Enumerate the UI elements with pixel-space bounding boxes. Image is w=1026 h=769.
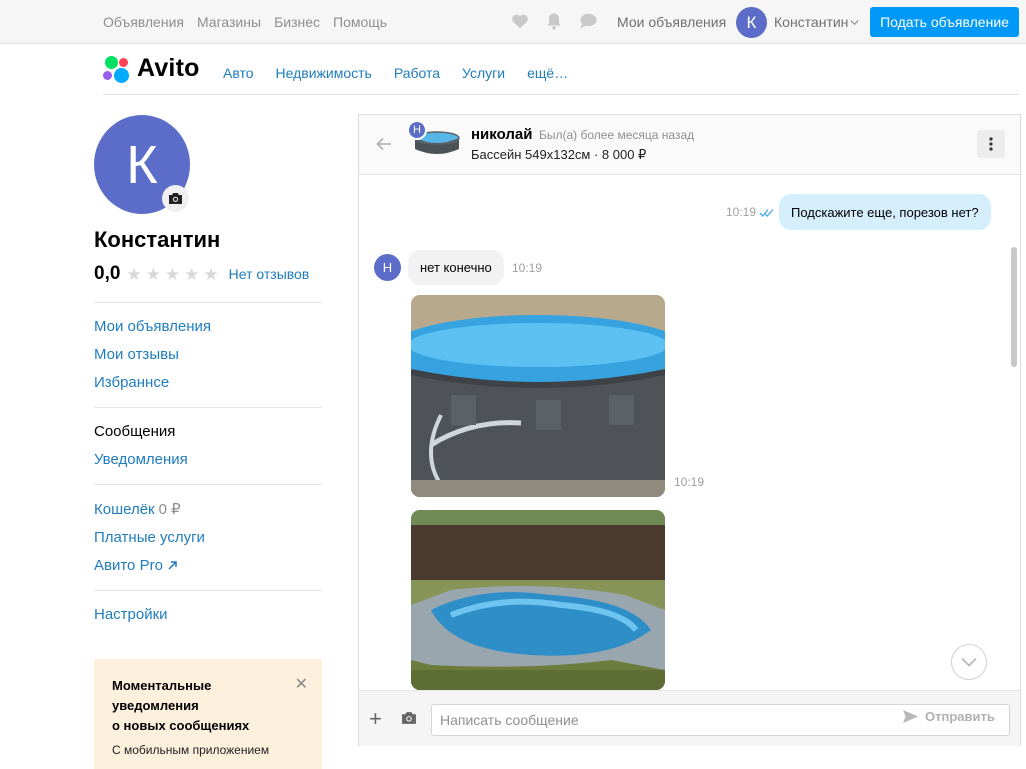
message-bubble-incoming: нет конечно — [408, 250, 504, 285]
wallet-label: Кошелёк — [94, 501, 155, 518]
send-icon — [903, 710, 918, 723]
promo-title-line: Моментальные — [112, 678, 212, 693]
promo-title: Моментальные уведомления о новых сообщен… — [112, 676, 304, 736]
sidebar-favorites[interactable]: Избраннсе — [94, 374, 169, 391]
send-label: Отправить — [925, 709, 995, 724]
top-bar: Объявления Магазины Бизнес Помощь Мои об… — [0, 0, 1026, 44]
change-photo-button[interactable] — [162, 185, 189, 212]
promo-text: С мобильным приложением — [112, 743, 270, 757]
message-time: 10:19 — [512, 261, 543, 275]
top-nav-help[interactable]: Помощь — [333, 14, 387, 30]
sidebar-avito-pro[interactable]: Авито Pro — [94, 557, 178, 574]
rating-row: 0,0 ★ ★ ★ ★ ★ Нет отзывов — [94, 263, 324, 285]
avito-logo[interactable]: Avito — [103, 54, 200, 83]
chevron-down-icon — [850, 19, 859, 25]
logo-dots-icon — [103, 55, 131, 83]
peer-avatar-badge: Н — [407, 120, 427, 140]
top-icons — [510, 11, 598, 31]
star-icon: ★ — [145, 264, 161, 284]
star-icon: ★ — [126, 264, 142, 284]
message-photo[interactable] — [411, 295, 665, 497]
back-arrow-icon[interactable] — [375, 135, 393, 153]
category-services[interactable]: Услуги — [462, 65, 505, 81]
sidebar-divider — [94, 407, 322, 408]
message-time: 10:19 — [726, 205, 774, 219]
category-jobs[interactable]: Работа — [394, 65, 440, 81]
sidebar-my-reviews[interactable]: Мои отзывы — [94, 346, 179, 363]
camera-icon — [169, 193, 182, 204]
sidebar-divider — [94, 484, 322, 485]
top-nav-ads[interactable]: Объявления — [103, 14, 184, 30]
chevron-down-icon — [961, 657, 977, 667]
peer-avatar: Н — [374, 254, 401, 281]
camera-icon[interactable] — [401, 711, 417, 725]
category-nav: Авто Недвижимость Работа Услуги ещё… — [223, 65, 568, 81]
category-auto[interactable]: Авто — [223, 65, 254, 81]
promo-title-line: уведомления — [112, 698, 199, 713]
chat-icon[interactable] — [578, 11, 598, 31]
send-button[interactable]: Отправить — [902, 709, 995, 724]
top-nav-business[interactable]: Бизнес — [274, 14, 320, 30]
message-bubble-outgoing: Подскажите еще, порезов нет? — [779, 194, 991, 230]
category-realty[interactable]: Недвижимость — [276, 65, 372, 81]
star-icon: ★ — [184, 264, 200, 284]
message-time-label: 10:19 — [726, 205, 757, 219]
close-icon[interactable]: ✕ — [295, 674, 308, 694]
attach-plus-icon[interactable]: + — [369, 708, 382, 730]
chat-scrollbar[interactable] — [1011, 247, 1017, 367]
category-more[interactable]: ещё… — [527, 65, 568, 81]
profile-name: Константин — [94, 227, 221, 252]
user-avatar[interactable]: К — [736, 7, 767, 38]
chat-composer: + Отправить — [359, 690, 1020, 746]
message-photo[interactable] — [411, 510, 665, 690]
pool-photo-2 — [411, 510, 665, 690]
sidebar-divider — [94, 590, 322, 591]
external-arrow-icon — [168, 561, 177, 570]
item-title-price[interactable]: Бассейн 549x132см · 8 000 ₽ — [471, 147, 646, 163]
chat-panel: Н николай Был(а) более месяца назад Басс… — [358, 114, 1021, 746]
post-ad-button[interactable]: Подать объявление — [870, 7, 1019, 37]
top-nav-shops[interactable]: Магазины — [197, 14, 261, 30]
sidebar-divider — [94, 302, 322, 303]
scroll-down-button[interactable] — [951, 644, 987, 680]
wallet-balance: 0 ₽ — [158, 501, 181, 518]
sidebar-paid-services[interactable]: Платные услуги — [94, 529, 205, 546]
pool-photo-1 — [411, 295, 665, 497]
peer-name[interactable]: николай — [471, 126, 532, 143]
no-reviews-link[interactable]: Нет отзывов — [229, 266, 310, 282]
app-promo-banner: Моментальные уведомления о новых сообщен… — [94, 659, 322, 769]
sidebar-my-ads[interactable]: Мои объявления — [94, 318, 211, 335]
username-label: Константин — [774, 14, 849, 30]
message-time: 10:19 — [674, 475, 705, 489]
star-icon: ★ — [164, 264, 181, 284]
avito-pro-label: Авито Pro — [94, 557, 163, 574]
promo-title-line: о новых сообщениях — [112, 718, 250, 733]
chat-menu-button[interactable] — [977, 130, 1005, 158]
header-divider — [103, 94, 1019, 95]
double-check-icon — [759, 208, 774, 217]
sidebar-notifications[interactable]: Уведомления — [94, 451, 188, 468]
chat-header: Н николай Был(а) более месяца назад Басс… — [359, 115, 1020, 175]
my-ads-link[interactable]: Мои объявления — [617, 14, 726, 30]
top-nav: Объявления Магазины Бизнес Помощь — [103, 14, 387, 30]
peer-status: Был(а) более месяца назад — [539, 128, 695, 142]
sidebar-wallet[interactable]: Кошелёк 0 ₽ — [94, 500, 181, 518]
rating-value: 0,0 — [94, 263, 121, 284]
star-icon: ★ — [203, 264, 219, 284]
bell-icon[interactable] — [544, 11, 564, 31]
sidebar-messages[interactable]: Сообщения — [94, 423, 175, 440]
user-menu[interactable]: Константин — [774, 14, 859, 30]
more-vertical-icon — [989, 137, 993, 151]
logo-text: Avito — [137, 54, 200, 82]
sidebar-settings[interactable]: Настройки — [94, 606, 168, 623]
heart-icon[interactable] — [510, 11, 530, 31]
